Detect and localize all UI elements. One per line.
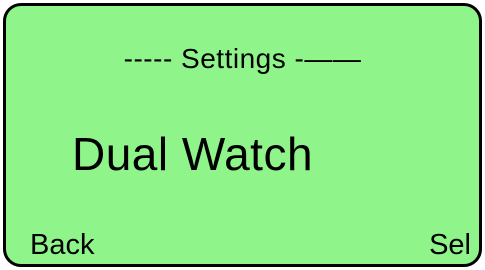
menu-header: ----- Settings -—— (123, 43, 362, 74)
lcd-display: ----- Settings -—— Dual Watch Back Sel (3, 3, 482, 267)
select-softkey[interactable]: Sel (429, 228, 471, 262)
menu-item-selected[interactable]: Dual Watch (72, 126, 313, 182)
back-softkey[interactable]: Back (30, 228, 94, 262)
